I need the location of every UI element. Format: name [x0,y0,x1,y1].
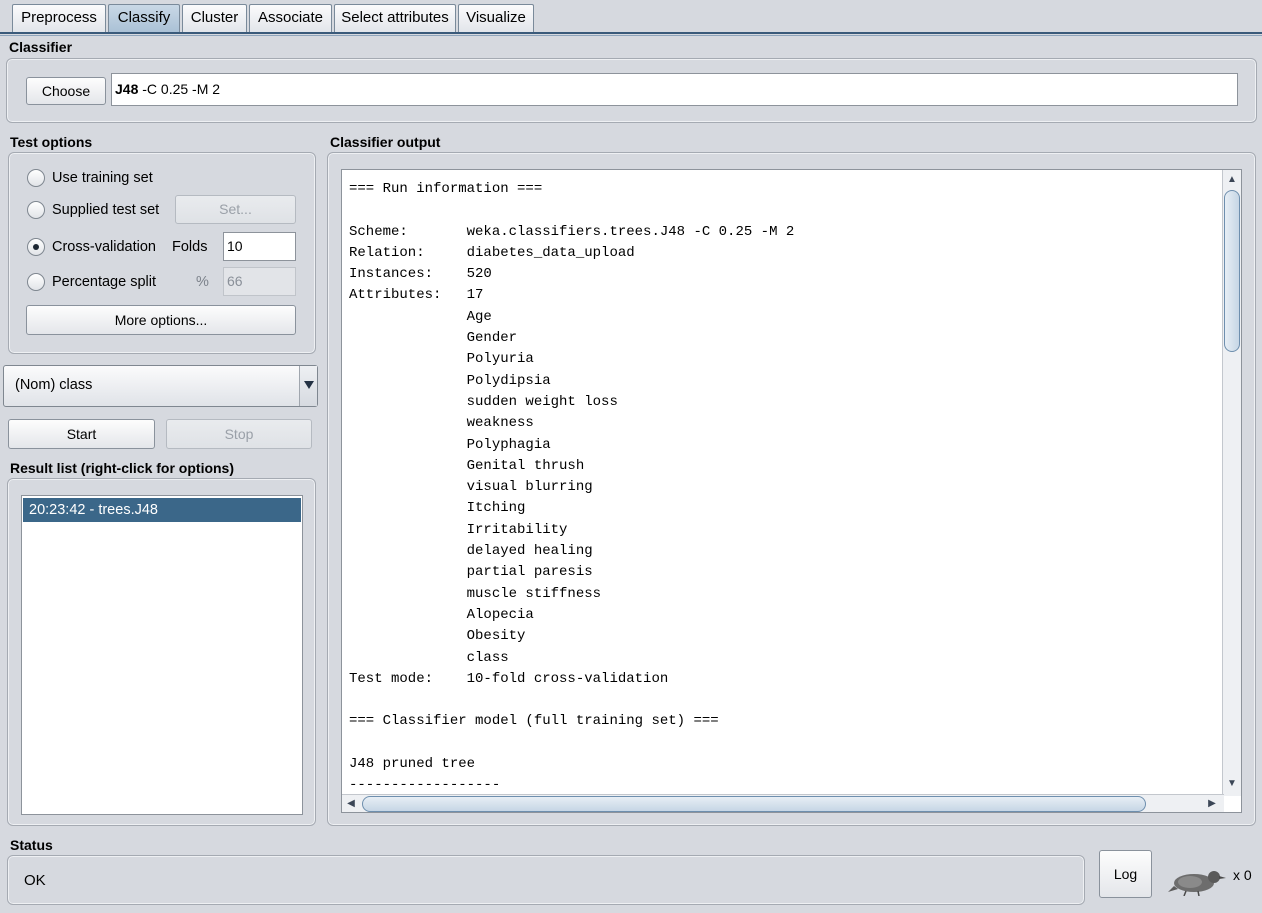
tab-associate[interactable]: Associate [249,4,332,32]
more-options-button[interactable]: More options... [26,305,296,335]
tab-visualize[interactable]: Visualize [458,4,534,32]
status-panel: OK [7,855,1085,905]
scroll-down-icon[interactable]: ▼ [1225,777,1239,791]
result-list-panel: 20:23:42 - trees.J48 [7,478,316,826]
test-options-panel: Use training set Supplied test set Set..… [8,152,316,354]
choose-classifier-button[interactable]: Choose [26,77,106,105]
cross-validation-option[interactable]: Cross-validation [27,236,177,258]
use-training-set-radio[interactable] [27,169,45,187]
vertical-scrollbar[interactable]: ▲ ▼ [1222,170,1241,796]
supplied-test-set-label: Supplied test set [52,202,160,218]
tab-bar: Preprocess Classify Cluster Associate Se… [0,0,1262,37]
classifier-output-panel: === Run information === Scheme: weka.cla… [327,152,1256,826]
supplied-test-set-option[interactable]: Supplied test set [27,199,177,221]
horizontal-scrollbar[interactable]: ◀ ▶ [342,794,1224,812]
supplied-test-set-radio[interactable] [27,201,45,219]
result-list-item[interactable]: 20:23:42 - trees.J48 [23,498,301,522]
class-attribute-value: (Nom) class [15,377,93,393]
percentage-split-radio[interactable] [27,273,45,291]
class-attribute-select[interactable]: (Nom) class [3,365,318,407]
start-button[interactable]: Start [8,419,155,449]
scroll-right-icon[interactable]: ▶ [1205,797,1219,811]
cross-validation-label: Cross-validation [52,239,156,255]
classifier-name: J48 [115,81,139,97]
test-options-title: Test options [10,134,93,150]
vertical-scroll-thumb[interactable] [1224,190,1240,352]
percentage-split-label: Percentage split [52,274,156,290]
task-count: x 0 [1233,867,1252,883]
scroll-up-icon[interactable]: ▲ [1225,173,1239,187]
classifier-options: -C 0.25 -M 2 [138,81,221,97]
use-training-set-option[interactable]: Use training set [27,167,227,189]
status-text: OK [24,872,46,889]
horizontal-scroll-thumb[interactable] [362,796,1146,812]
result-list[interactable]: 20:23:42 - trees.J48 [21,495,303,815]
cross-validation-radio[interactable] [27,238,45,256]
tab-divider-light [0,35,1262,36]
log-button[interactable]: Log [1099,850,1152,898]
tab-divider [0,32,1262,34]
use-training-set-label: Use training set [52,170,153,186]
scroll-left-icon[interactable]: ◀ [344,797,358,811]
status-title: Status [10,837,53,853]
folds-input[interactable]: 10 [223,232,296,261]
percent-symbol: % [196,274,209,290]
classifier-output-area[interactable]: === Run information === Scheme: weka.cla… [341,169,1242,813]
classifier-section-title: Classifier [9,39,73,55]
percentage-split-option[interactable]: Percentage split [27,271,177,293]
set-test-set-button[interactable]: Set... [175,195,296,224]
classifier-config-field[interactable]: J48 -C 0.25 -M 2 [111,73,1238,106]
chevron-down-icon[interactable] [299,366,317,406]
classifier-output-text: === Run information === Scheme: weka.cla… [349,181,795,794]
stop-button[interactable]: Stop [166,419,312,449]
tab-preprocess[interactable]: Preprocess [12,4,106,32]
folds-label: Folds [172,239,208,255]
tab-select-attributes[interactable]: Select attributes [334,4,456,32]
tab-cluster[interactable]: Cluster [182,4,247,32]
tab-classify[interactable]: Classify [108,4,180,33]
result-list-title: Result list (right-click for options) [10,460,235,476]
classifier-output-title: Classifier output [330,134,441,150]
classifier-panel: Choose J48 -C 0.25 -M 2 [6,58,1257,123]
percent-split-input[interactable]: 66 [223,267,296,296]
weka-bird-icon [1168,871,1226,896]
